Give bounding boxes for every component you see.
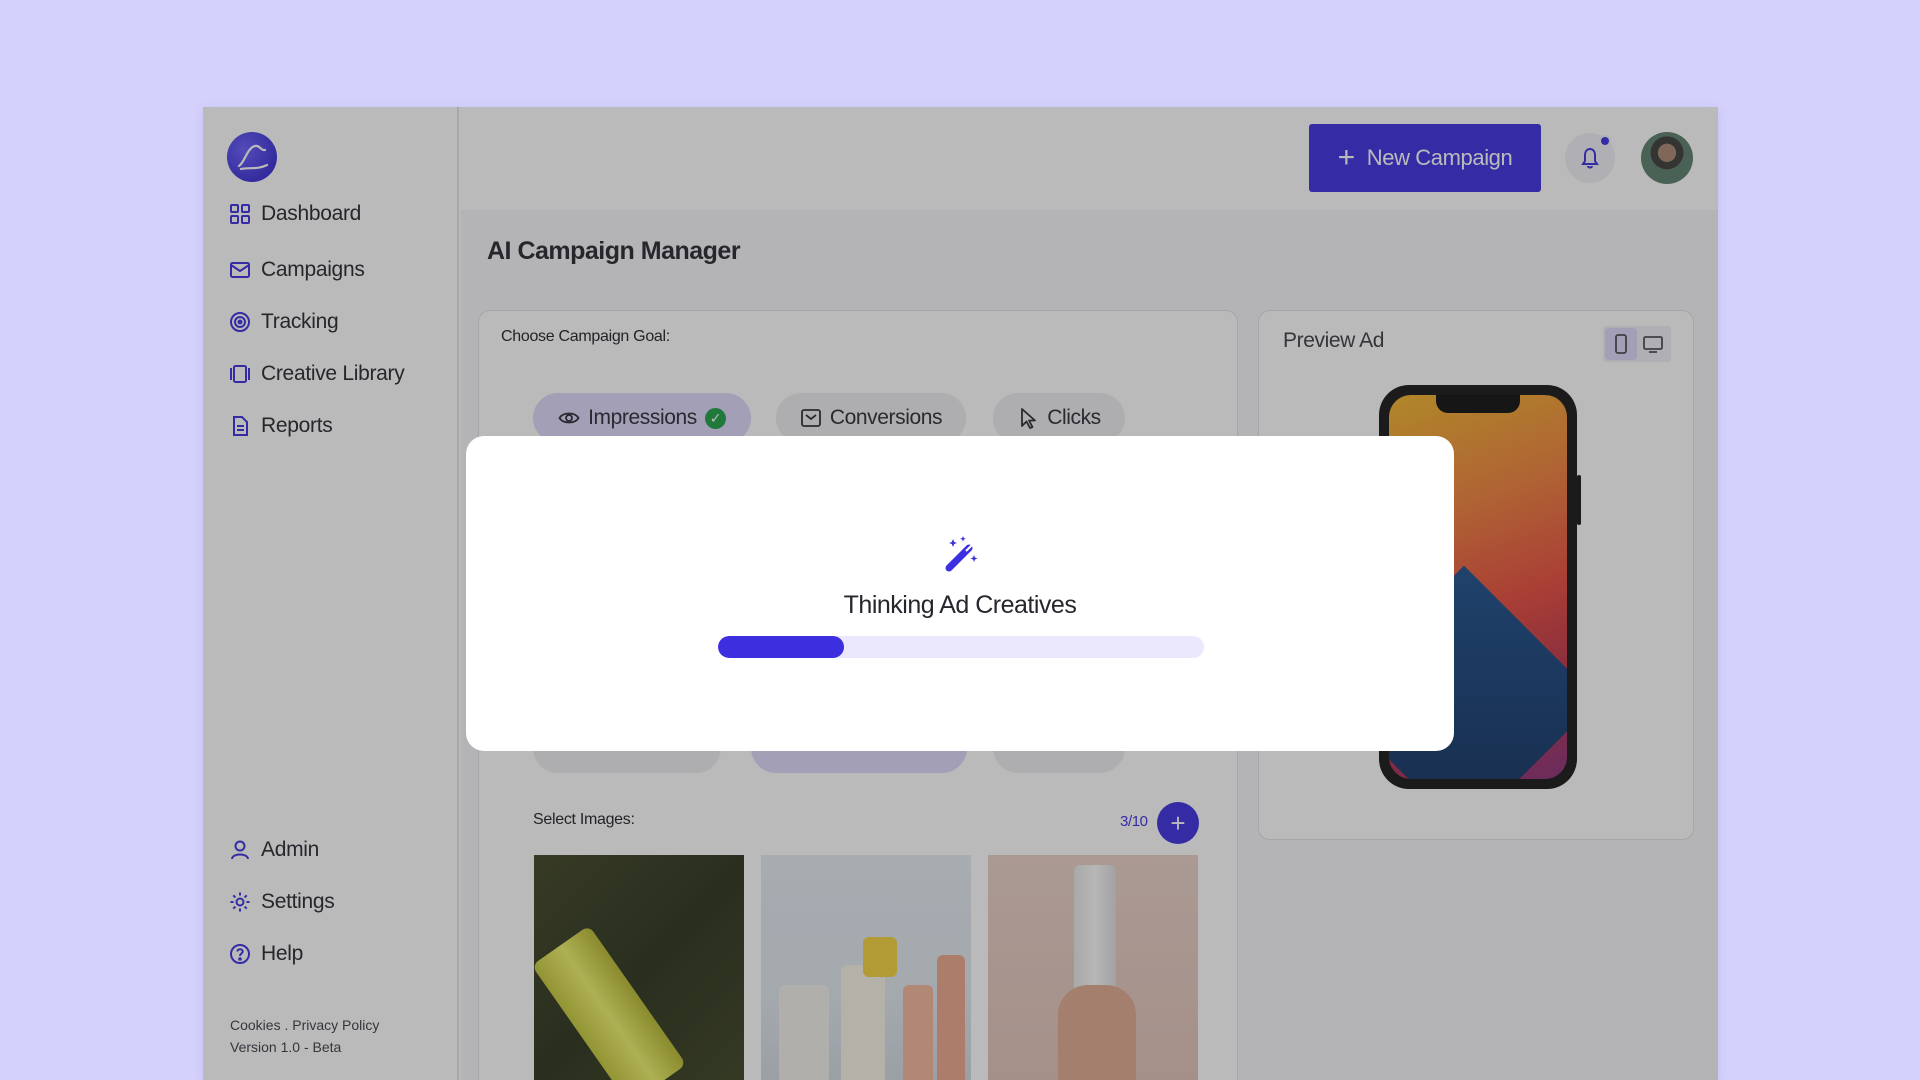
- magic-wand-icon: [945, 536, 978, 572]
- loading-modal: Thinking Ad Creatives: [466, 436, 1454, 751]
- progress-bar: [718, 636, 1204, 658]
- progress-fill: [718, 636, 845, 658]
- phone-notch: [1436, 395, 1520, 413]
- modal-title: Thinking Ad Creatives: [843, 591, 1077, 619]
